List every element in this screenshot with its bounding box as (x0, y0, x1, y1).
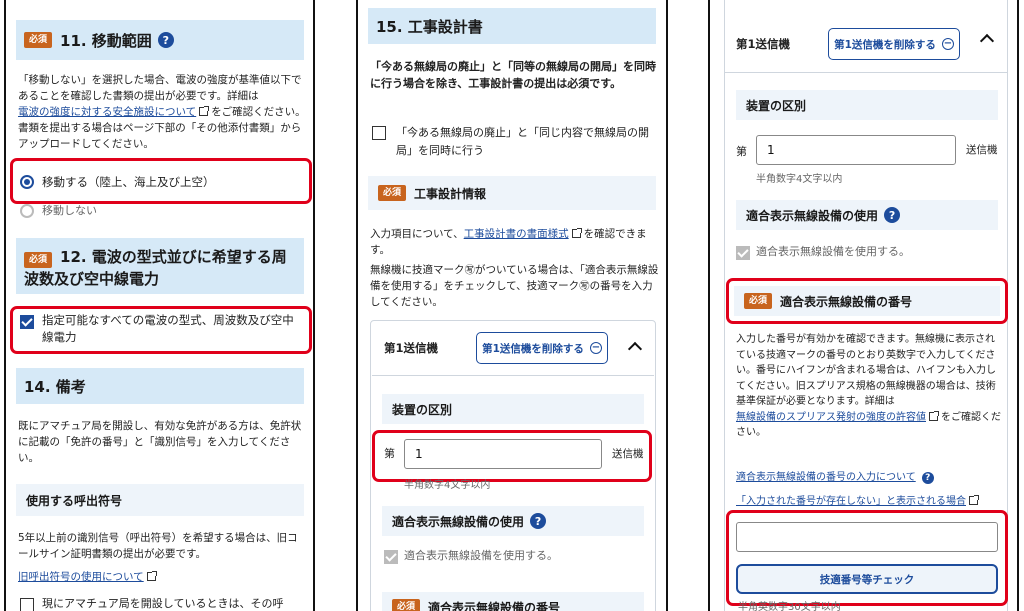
help-icon[interactable]: ? (884, 207, 901, 223)
spurious-link[interactable]: 無線設備のスプリアス発射の強度の許容値 (736, 412, 926, 423)
delete-transmitter-button[interactable]: 第1送信機を削除する − (828, 28, 960, 60)
giteki-description: 無線機に技適マーク㊢がついている場合は、「適合表示無線設備を使用する」をチェック… (370, 264, 659, 308)
dai-label: 第 (384, 447, 395, 460)
checkbox-use-compliant-label: 適合表示無線設備を使用する。 (756, 245, 910, 258)
required-badge: 必須 (392, 599, 421, 611)
number-hint: 半角英数字30文字以内 (738, 602, 841, 611)
required-badge: 必須 (24, 252, 53, 268)
section-11-description: 「移動しない」を選択した場合、電波の強度が基準値以下であることを確認した書類の提… (18, 74, 306, 150)
external-link-icon (146, 571, 157, 581)
section-15-description: 「今ある無線局の廃止」と「同等の無線局の開局」を同時に行う場合を除き、工事設計書… (370, 60, 656, 90)
transmitter-hint: 半角数字4文字以内 (756, 174, 843, 185)
section-15-header: 15. 工事設計書 (368, 8, 656, 44)
card-divider (372, 375, 654, 376)
checkbox-use-compliant[interactable] (736, 246, 750, 260)
checkbox-simultaneous[interactable] (372, 126, 386, 140)
compliant-number-title: 適合表示無線設備の番号 (780, 294, 913, 309)
checkbox-use-compliant-label: 適合表示無線設備を使用する。 (404, 549, 558, 562)
transmitter-hint: 半角数字4文字以内 (404, 480, 491, 491)
compliant-number-description: 入力した番号が有効かを確認できます。無線機に表示されている技適マークの番号のとお… (736, 334, 1001, 438)
transmitter-number-input[interactable]: 1 (756, 135, 956, 165)
transmitter-label: 第1送信機 (736, 37, 791, 51)
design-info-description: 入力項目について、工事設計書の書面様式 を確認できます。 (370, 228, 647, 256)
section-14-header: 14. 備考 (16, 368, 304, 404)
input-help-row: 適合表示無線設備の番号の入力について? (736, 470, 934, 486)
panel-mobile-range: 必須 11. 移動範囲 ? 「移動しない」を選択した場合、電波の強度が基準値以下… (4, 0, 315, 611)
dai-label: 第 (736, 145, 747, 158)
callsign-title: 使用する呼出符号 (26, 493, 123, 508)
external-link-icon (199, 106, 210, 116)
device-class-header: 装置の区別 (736, 90, 998, 120)
transmitter-label: 第1送信機 (384, 341, 439, 355)
old-callsign-link[interactable]: 旧呼出符号の使用について (18, 571, 144, 583)
compliant-usage-header: 適合表示無線設備の使用 ? (736, 200, 998, 230)
compliant-number-input[interactable] (736, 522, 998, 552)
design-info-title: 工事設計情報 (414, 186, 487, 201)
transmitter-suffix: 送信機 (612, 448, 644, 460)
checkbox-all-types[interactable] (20, 315, 34, 329)
section-12-header: 必須 12. 電波の型式並びに希望する周波数及び空中線電力 (16, 238, 304, 294)
external-link-icon (969, 495, 979, 505)
panel-construction-design: 15. 工事設計書 「今ある無線局の廃止」と「同等の無線局の開局」を同時に行う場… (356, 0, 668, 611)
section-14-title: 14. 備考 (24, 377, 86, 396)
external-link-icon (929, 410, 939, 421)
compliant-number-header: 必須 適合表示無線設備の番号 (734, 286, 1000, 316)
section-15-title: 15. 工事設計書 (376, 17, 483, 36)
radio-nomove[interactable] (20, 204, 34, 218)
required-badge: 必須 (24, 32, 53, 48)
checkbox-existing-station-label: 現にアマチュア局を開設しているときは、その呼 (42, 597, 284, 610)
external-link-icon (571, 228, 582, 238)
checkbox-existing-station[interactable] (20, 598, 34, 611)
radio-move-label: 移動する（陸上、海上及び上空） (42, 175, 215, 189)
compliant-usage-title: 適合表示無線設備の使用 (746, 208, 879, 223)
required-badge: 必須 (744, 293, 773, 309)
check-number-button[interactable]: 技適番号等チェック (736, 564, 998, 594)
device-class-title: 装置の区別 (746, 98, 807, 113)
callsign-header: 使用する呼出符号 (16, 484, 304, 516)
compliant-usage-title: 適合表示無線設備の使用 (392, 514, 525, 529)
compliant-number-header: 必須 適合表示無線設備の番号 (382, 592, 644, 611)
delete-transmitter-button[interactable]: 第1送信機を削除する − (476, 332, 608, 364)
design-form-link[interactable]: 工事設計書の書面様式 (464, 228, 569, 240)
callsign-link-row: 旧呼出符号の使用について (18, 569, 159, 585)
callsign-description: 5年以上前の識別信号（呼出符号）を希望する場合は、旧コールサイン証明書類の提出が… (18, 532, 298, 560)
panel-compliant-number: 第1送信機 第1送信機を削除する − 装置の区別 第 1 送信機 半角数字4文字以… (708, 0, 1019, 611)
help-icon[interactable]: ? (921, 472, 934, 484)
minus-circle-icon: − (941, 38, 954, 50)
compliant-number-title: 適合表示無線設備の番号 (428, 600, 561, 611)
minus-circle-icon: − (589, 342, 602, 354)
not-exist-row: 「入力された番号が存在しない」と表示される場合 (736, 494, 981, 510)
design-info-header: 必須 工事設計情報 (368, 176, 656, 210)
safety-facility-link[interactable]: 電波の強度に対する安全施設について (18, 106, 196, 118)
card-divider (724, 72, 1008, 73)
section-14-description: 既にアマチュア局を開設し、有効な免許がある方は、免許状に記載の「免許の番号」と「… (18, 420, 302, 464)
transmitter-suffix: 送信機 (966, 144, 998, 156)
input-help-link[interactable]: 適合表示無線設備の番号の入力について (736, 472, 916, 483)
device-class-header: 装置の区別 (382, 394, 644, 424)
help-icon[interactable]: ? (157, 32, 174, 48)
checkbox-all-types-label: 指定可能なすべての電波の型式、周波数及び空中線電力 (42, 313, 294, 344)
help-icon[interactable]: ? (530, 513, 547, 529)
section-11-title: 11. 移動範囲 (60, 31, 152, 50)
device-class-title: 装置の区別 (392, 402, 453, 417)
radio-nomove-label: 移動しない (42, 204, 97, 217)
required-badge: 必須 (378, 185, 407, 201)
radio-move[interactable] (20, 175, 34, 189)
checkbox-simultaneous-label: 「今ある無線局の廃止」と「同じ内容で無線局の開局」を同時に行う (396, 126, 649, 157)
transmitter-number-input[interactable]: 1 (404, 439, 602, 469)
section-11-header: 必須 11. 移動範囲 ? (16, 20, 304, 60)
checkbox-use-compliant[interactable] (384, 550, 398, 564)
not-exist-link[interactable]: 「入力された番号が存在しない」と表示される場合 (736, 496, 966, 507)
section-12-title: 12. 電波の型式並びに希望する周波数及び空中線電力 (24, 248, 287, 288)
compliant-usage-header: 適合表示無線設備の使用 ? (382, 506, 644, 536)
